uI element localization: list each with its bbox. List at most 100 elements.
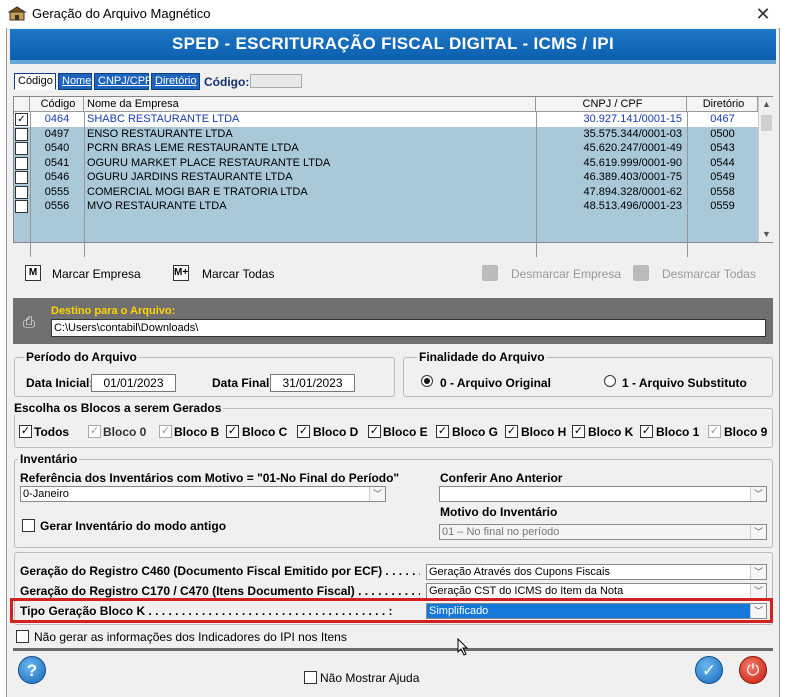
destino-input[interactable]: C:\Users\contabil\Downloads\ [51, 319, 766, 337]
chevron-down-icon[interactable]: ﹀ [750, 584, 766, 598]
checkbox-bloco-b[interactable]: ✓ [159, 425, 172, 438]
row-cnpj: 47.894.328/0001-62 [583, 186, 682, 198]
inventario-title: Inventário [18, 452, 80, 466]
chevron-down-icon[interactable]: ﹀ [369, 487, 385, 501]
col-cnpj[interactable]: CNPJ / CPF [536, 97, 687, 112]
row-nome: MVO RESTAURANTE LTDA [87, 200, 227, 212]
col-nome[interactable]: Nome da Empresa [84, 97, 536, 112]
table-row[interactable]: 0556 MVO RESTAURANTE LTDA 48.513.496/000… [14, 199, 758, 214]
tab-diretorio[interactable]: Diretório [151, 73, 200, 90]
highlight-box [10, 598, 773, 623]
data-inicial-label: Data Inicial: [26, 376, 94, 390]
checkbox-bloco-1[interactable]: ✓ [640, 425, 653, 438]
nao-mostrar-checkbox[interactable] [304, 671, 317, 684]
radio-substituto-label[interactable]: 1 - Arquivo Substituto [622, 376, 747, 390]
data-inicial-input[interactable]: 01/01/2023 [91, 374, 176, 392]
marcar-empresa-button[interactable]: Marcar Empresa [52, 267, 141, 281]
checkbox-bloco-9[interactable]: ✓ [708, 425, 721, 438]
ipi-label[interactable]: Não gerar as informações dos Indicadores… [34, 630, 347, 644]
radio-original-label[interactable]: 0 - Arquivo Original [440, 376, 551, 390]
chevron-down-icon[interactable]: ﹀ [750, 565, 766, 579]
checkbox-bloco-g[interactable]: ✓ [436, 425, 449, 438]
radio-arquivo-original[interactable] [421, 375, 433, 387]
table-row[interactable]: 0546 OGURU JARDINS RESTAURANTE LTDA 46.3… [14, 170, 758, 185]
conferir-select[interactable]: ﹀ [439, 486, 767, 502]
motivo-select[interactable]: 01 – No final no período ﹀ [439, 524, 767, 540]
row-codigo: 0556 [44, 200, 70, 212]
desmarcar-todas-button[interactable]: Desmarcar Todas [662, 267, 756, 281]
desmarcar-empresa-button[interactable]: Desmarcar Empresa [511, 267, 621, 281]
bloco-h-label: Bloco H [521, 425, 567, 439]
bloco-1-label: Bloco 1 [656, 425, 700, 439]
power-button[interactable]: ⏻ [739, 656, 767, 684]
marcar-todas-button[interactable]: Marcar Todas [202, 267, 274, 281]
row-checkbox[interactable] [15, 142, 28, 155]
row-dir: 0558 [710, 186, 735, 198]
checkbox-bloco-0[interactable]: ✓ [88, 425, 101, 438]
checkbox-bloco-d[interactable]: ✓ [297, 425, 310, 438]
row-checkbox[interactable]: ✓ [15, 113, 28, 126]
table-row[interactable]: 0497 ENSO RESTAURANTE LTDA 35.575.344/00… [14, 127, 758, 142]
row-cnpj: 45.619.999/0001-90 [583, 157, 682, 169]
checkbox-bloco-c[interactable]: ✓ [226, 425, 239, 438]
tab-nome[interactable]: Nome [58, 73, 92, 90]
grid-scrollbar[interactable]: ▲ ▼ [758, 97, 773, 242]
c170-select[interactable]: Geração CST do ICMS do Item da Nota ﹀ [426, 583, 767, 599]
blocos-title: Escolha os Blocos a serem Gerados [12, 401, 224, 415]
radio-arquivo-substituto[interactable] [604, 375, 616, 387]
row-dir: 0543 [710, 142, 735, 154]
gerar-antigo-label[interactable]: Gerar Inventário do modo antigo [40, 519, 226, 533]
company-grid: Código Nome da Empresa CNPJ / CPF Diretó… [13, 96, 773, 257]
row-checkbox[interactable] [15, 157, 28, 170]
chevron-up-icon[interactable]: ▲ [762, 99, 771, 109]
tab-cnpj[interactable]: CNPJ/CPF [94, 73, 152, 90]
row-codigo: 0541 [44, 157, 70, 169]
data-final-input[interactable]: 31/01/2023 [270, 374, 355, 392]
c170-value: Geração CST do ICMS do Item da Nota [429, 585, 624, 597]
checkbox-bloco-k[interactable]: ✓ [572, 425, 585, 438]
tab-codigo[interactable]: Código [14, 73, 56, 90]
checkbox-todos[interactable]: ✓ [19, 425, 32, 438]
chevron-down-icon[interactable]: ﹀ [750, 487, 766, 501]
table-row[interactable]: 0540 PCRN BRAS LEME RESTAURANTE LTDA 45.… [14, 141, 758, 156]
row-cnpj: 46.389.403/0001-75 [583, 171, 682, 183]
confirm-button[interactable]: ✓ [695, 656, 723, 684]
row-nome: OGURU JARDINS RESTAURANTE LTDA [87, 171, 293, 183]
checkbox-bloco-h[interactable]: ✓ [505, 425, 518, 438]
row-checkbox[interactable] [15, 128, 28, 141]
checkbox-todos-label[interactable]: Todos [34, 425, 69, 439]
row-checkbox[interactable] [15, 171, 28, 184]
chevron-down-icon[interactable]: ﹀ [750, 525, 766, 539]
row-nome: COMERCIAL MOGI BAR E TRATORIA LTDA [87, 186, 308, 198]
row-nome: OGURU MARKET PLACE RESTAURANTE LTDA [87, 157, 331, 169]
page-banner: SPED - ESCRITURAÇÃO FISCAL DIGITAL - ICM… [10, 29, 776, 64]
scroll-thumb[interactable] [761, 115, 772, 131]
table-row[interactable]: 0555 COMERCIAL MOGI BAR E TRATORIA LTDA … [14, 185, 758, 200]
table-row[interactable]: 0541 OGURU MARKET PLACE RESTAURANTE LTDA… [14, 156, 758, 171]
table-row[interactable]: ✓ 0464 SHABC RESTAURANTE LTDA 30.927.141… [14, 112, 758, 127]
nao-mostrar-label[interactable]: Não Mostrar Ajuda [320, 671, 419, 685]
row-dir: 0549 [710, 171, 735, 183]
gerar-antigo-checkbox[interactable] [22, 519, 35, 532]
marcar-todas-icon[interactable]: M+ [173, 265, 189, 281]
search-input[interactable] [250, 74, 302, 88]
row-checkbox[interactable] [15, 186, 28, 199]
marcar-empresa-icon[interactable]: M [25, 265, 41, 281]
close-icon[interactable]: ✕ [748, 2, 778, 26]
desmarcar-empresa-icon [482, 265, 498, 281]
col-diretorio[interactable]: Diretório [687, 97, 758, 112]
bloco-c-label: Bloco C [242, 425, 288, 439]
help-button[interactable]: ? [18, 656, 46, 684]
chevron-down-icon[interactable]: ▼ [762, 229, 771, 239]
c460-value: Geração Através dos Cupons Fiscais [429, 566, 610, 578]
row-dir: 0500 [710, 128, 735, 140]
referencia-select[interactable]: 0-Janeiro ﹀ [20, 486, 386, 502]
bloco-k-label: Bloco K [588, 425, 634, 439]
ipi-checkbox[interactable] [16, 630, 29, 643]
folder-icon[interactable]: ⎙ [23, 314, 43, 332]
window-titlebar: Geração do Arquivo Magnético ✕ [0, 0, 786, 28]
checkbox-bloco-e[interactable]: ✓ [368, 425, 381, 438]
row-checkbox[interactable] [15, 200, 28, 213]
c460-select[interactable]: Geração Através dos Cupons Fiscais ﹀ [426, 564, 767, 580]
col-codigo[interactable]: Código [30, 97, 84, 112]
